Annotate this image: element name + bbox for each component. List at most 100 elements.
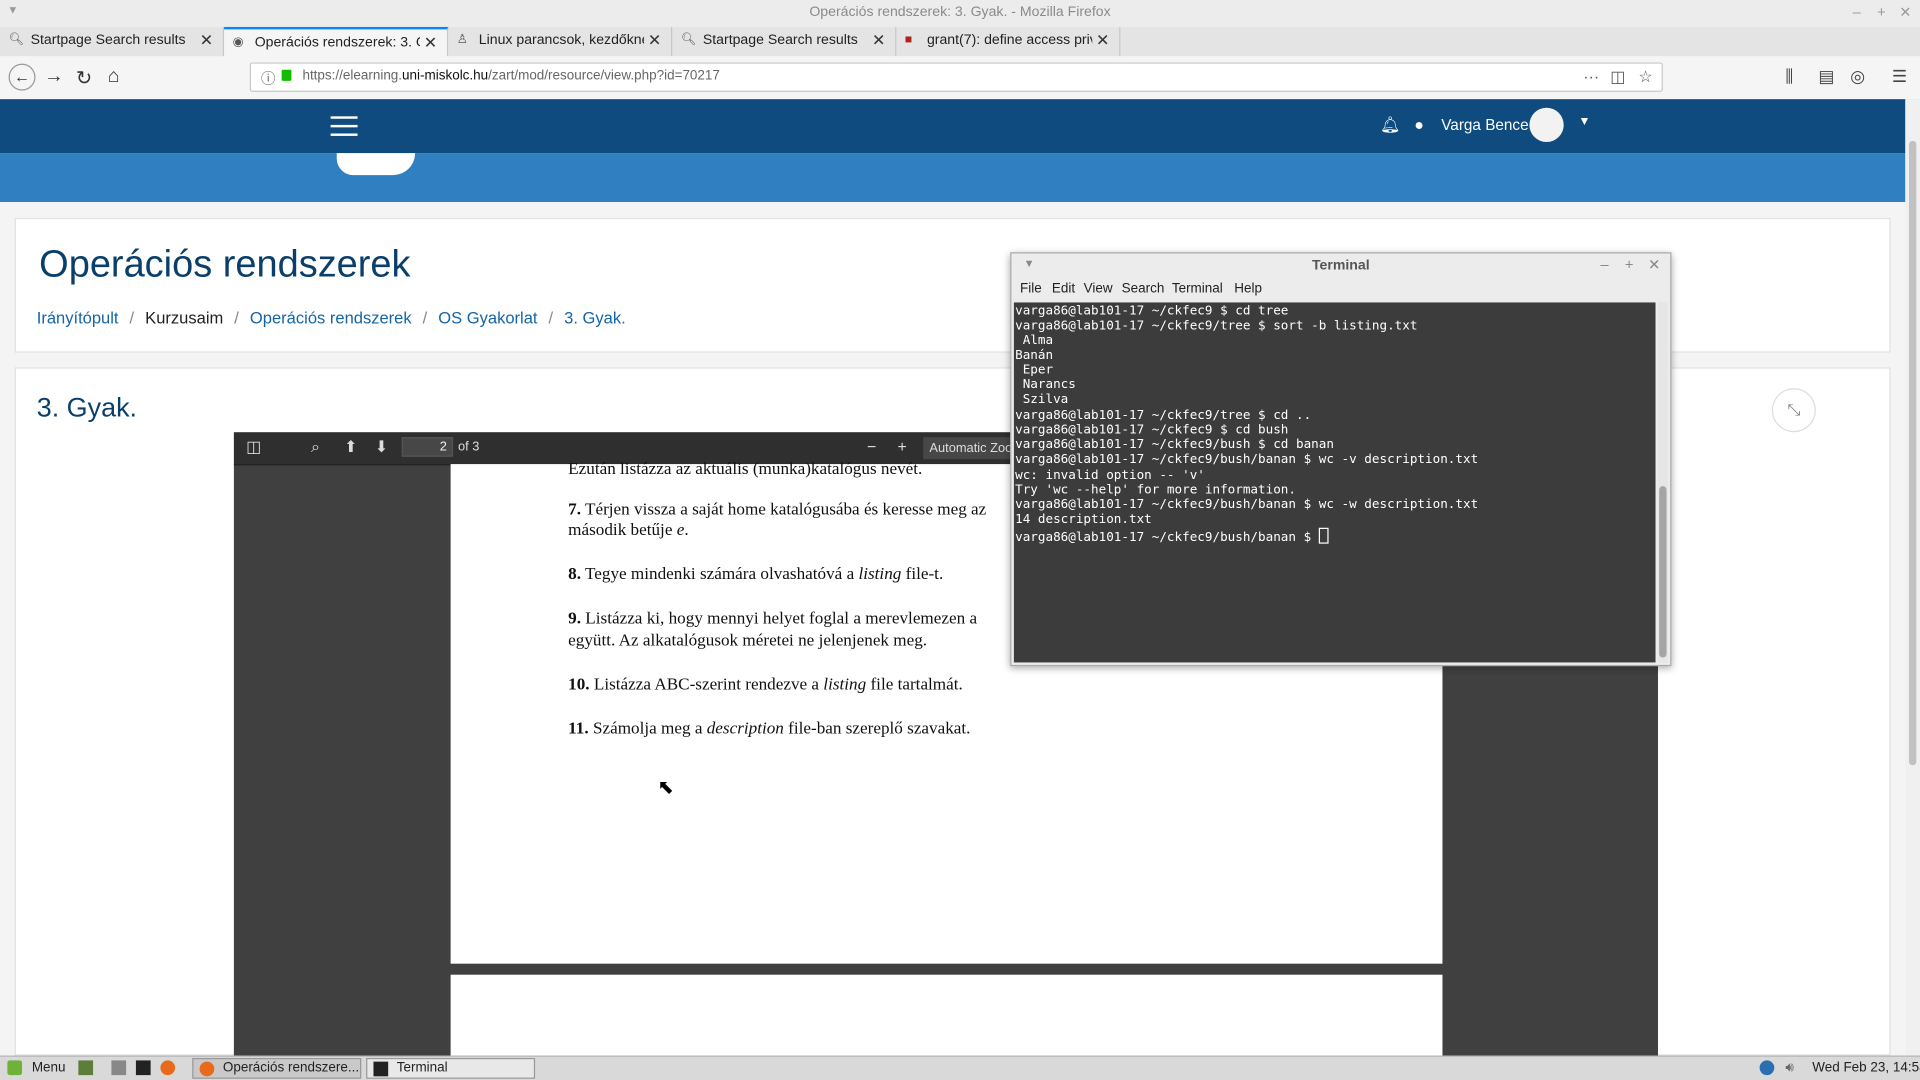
site-navbar: 🔔︎ ● Varga Bence ▼ (0, 99, 1906, 154)
nav-drawer-toggle-icon[interactable] (330, 116, 358, 136)
mouse-cursor-icon: ⬉ (657, 777, 674, 799)
terminal-scrollbar[interactable] (1659, 486, 1667, 658)
firefox-launcher-icon[interactable] (160, 1060, 176, 1076)
terminal-launcher-icon[interactable] (135, 1060, 151, 1076)
breadcrumb-course-link[interactable]: Operációs rendszerek (250, 309, 412, 327)
pdf-task-9-cont: együtt. Az alkatalógusok méretei ne jele… (568, 631, 928, 651)
find-icon[interactable]: ⌕ (311, 437, 320, 457)
site-banner (0, 153, 1906, 203)
terminal-close-button[interactable]: ✕ (1648, 256, 1660, 273)
volume-icon[interactable]: 🔊︎ (1785, 1058, 1793, 1079)
terminal-line: varga86@lab101-17 ~/ckfec9/bush/banan $ … (1015, 451, 1479, 467)
next-page-icon[interactable]: ⬇ (375, 437, 388, 457)
tab-operacios-rendszerek[interactable]: ◉ Operációs rendszerek: 3. Gya ✕ (224, 26, 449, 57)
mint-logo-icon (7, 1060, 23, 1076)
tab-label: Operációs rendszerek: 3. Gya (254, 35, 420, 51)
linux-icon: ♙ (456, 33, 468, 47)
close-tab-icon[interactable]: ✕ (200, 31, 213, 51)
terminal-menu-terminal[interactable]: Terminal (1172, 282, 1223, 297)
terminal-screen[interactable]: varga86@lab101-17 ~/ckfec9 $ cd tree var… (1013, 302, 1656, 663)
pocket-icon[interactable]: ◫ (1610, 67, 1625, 87)
reload-icon[interactable]: ↻ (76, 66, 92, 90)
zoom-in-icon[interactable]: + (898, 437, 907, 455)
pdf-task-7-cont: második betűje e. (568, 521, 689, 541)
previous-page-icon[interactable]: ⬆ (344, 437, 357, 457)
collapse-blocks-button[interactable]: ⤡ (1771, 388, 1816, 433)
terminal-window[interactable]: ▼ Terminal – + ✕ File Edit View Search T… (1010, 252, 1672, 667)
breadcrumb-dashboard-link[interactable]: Irányítópult (37, 309, 119, 327)
maximize-button[interactable]: + (1877, 4, 1886, 21)
show-desktop-icon[interactable] (78, 1060, 94, 1076)
avatar[interactable] (1529, 107, 1564, 143)
close-tab-icon[interactable]: ✕ (872, 31, 885, 51)
search-icon: 🔍︎ (8, 33, 25, 47)
minimize-button[interactable]: – (1853, 4, 1861, 21)
terminal-menu-view[interactable]: View (1084, 282, 1113, 297)
page-number-input[interactable]: 2 (401, 437, 454, 457)
files-launcher-icon[interactable] (111, 1060, 127, 1076)
sidebar-icon[interactable]: ▤ (1818, 66, 1834, 87)
home-icon[interactable]: ⌂ (108, 66, 120, 88)
terminal-line: varga86@lab101-17 ~/ckfec9 $ cd tree (1015, 303, 1289, 319)
terminal-menu-file[interactable]: File (1020, 282, 1042, 297)
close-tab-icon[interactable]: ✕ (424, 33, 437, 53)
hamburger-menu-icon[interactable]: ☰ (1892, 66, 1907, 87)
taskbar-window-terminal[interactable]: Terminal (366, 1057, 536, 1079)
sidebar-toggle-icon[interactable]: ◫ (246, 437, 261, 457)
taskbar-window-firefox[interactable]: Operációs rendszere... (192, 1057, 362, 1079)
terminal-line: Try 'wc --help' for more information. (1015, 482, 1296, 498)
user-menu-caret-icon[interactable]: ▼ (1578, 115, 1590, 128)
page-count: of 3 (457, 439, 480, 455)
terminal-minimize-button[interactable]: – (1600, 256, 1608, 273)
notification-bell-icon[interactable]: 🔔︎ (1380, 115, 1400, 135)
navigation-toolbar: ← → ↻ ⌂ ⓘ https://elearning.uni-miskolc.… (0, 56, 1920, 101)
shield-icon[interactable] (1759, 1060, 1775, 1076)
extension-icon[interactable]: ◎ (1850, 66, 1865, 87)
page-title: Operációs rendszerek (39, 242, 411, 286)
bookmark-star-icon[interactable]: ☆ (1638, 67, 1652, 87)
terminal-menu-help[interactable]: Help (1234, 282, 1262, 297)
tab-grant-manpage[interactable]: ■ grant(7): define access privile ✕ (896, 26, 1121, 57)
breadcrumb-resource-link[interactable]: 3. Gyak. (564, 309, 626, 327)
info-icon[interactable]: ⓘ (261, 67, 276, 88)
terminal-menu-search[interactable]: Search (1122, 282, 1165, 297)
tab-startpage-1[interactable]: 🔍︎ Startpage Search results ✕ (0, 26, 225, 57)
search-icon: 🔍︎ (680, 33, 697, 47)
tab-linux-parancsok[interactable]: ♙ Linux parancsok, kezdőknek ✕ (448, 26, 673, 57)
page-actions-icon[interactable]: ··· (1583, 67, 1599, 85)
terminal-line: varga86@lab101-17 ~/ckfec9/tree $ sort -… (1015, 318, 1418, 334)
breadcrumb-section-link[interactable]: OS Gyakorlat (438, 309, 537, 327)
user-name[interactable]: Varga Bence (1441, 116, 1528, 133)
firefox-icon (199, 1061, 215, 1077)
pdf-task-10: 10. Listázza ABC-szerint rendezve a list… (568, 675, 963, 695)
close-window-button[interactable]: ✕ (1899, 4, 1911, 21)
terminal-maximize-button[interactable]: + (1625, 256, 1634, 273)
terminal-line: Banán (1015, 347, 1054, 363)
taskbar: Menu Operációs rendszere... Terminal 🔊︎ … (0, 1055, 1920, 1080)
clock[interactable]: Wed Feb 23, 14:58 (1812, 1058, 1920, 1079)
terminal-line: varga86@lab101-17 ~/ckfec9/tree $ cd .. (1015, 407, 1312, 423)
tab-startpage-2[interactable]: 🔍︎ Startpage Search results ✕ (672, 26, 897, 57)
manpage-icon: ■ (904, 33, 913, 47)
terminal-line: Eper (1015, 362, 1054, 378)
close-tab-icon[interactable]: ✕ (1096, 31, 1109, 51)
close-tab-icon[interactable]: ✕ (648, 31, 661, 51)
tab-label: Linux parancsok, kezdőknek (478, 33, 645, 48)
taskbar-window-label: Operációs rendszere... (222, 1060, 360, 1076)
window-title: Operációs rendszerek: 3. Gyak. - Mozilla… (809, 4, 1111, 20)
back-icon[interactable]: ← (8, 63, 36, 91)
library-icon[interactable]: ⫼ (1785, 66, 1793, 87)
zoom-select[interactable]: Automatic Zoom (923, 437, 1022, 460)
messages-icon[interactable]: ● (1414, 115, 1424, 133)
terminal-line: Alma (1015, 333, 1054, 348)
tab-label: grant(7): define access privile (926, 33, 1092, 48)
terminal-menubar: File Edit View Search Terminal Help (1011, 278, 1670, 302)
start-menu-button[interactable]: Menu (32, 1058, 66, 1079)
moodle-icon: ◉ (232, 35, 244, 49)
forward-icon[interactable]: → (44, 66, 64, 88)
url-bar[interactable]: ⓘ https://elearning.uni-miskolc.hu/zart/… (249, 62, 1663, 92)
zoom-out-icon[interactable]: − (867, 437, 876, 455)
page-scrollbar[interactable] (1908, 140, 1917, 766)
terminal-prompt-line: varga86@lab101-17 ~/ckfec9/bush/banan $ (1015, 527, 1329, 545)
terminal-menu-edit[interactable]: Edit (1052, 282, 1075, 297)
